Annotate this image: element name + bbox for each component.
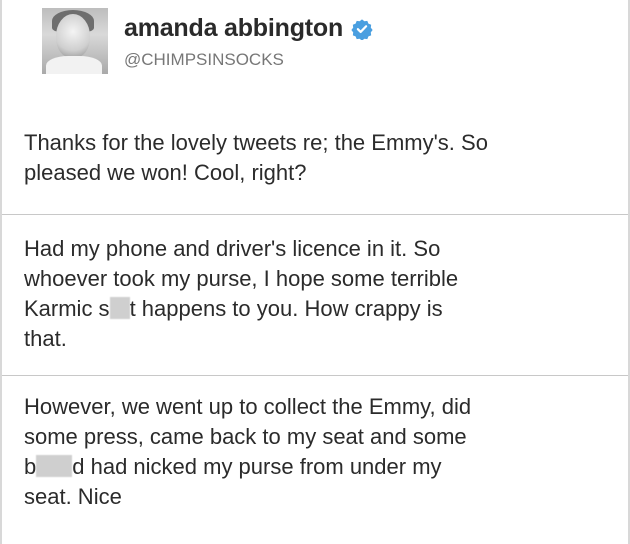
tweet-text-3: However, we went up to collect the Emmy,… <box>24 392 614 512</box>
left-border <box>0 0 2 544</box>
tweet-line: that. <box>24 326 67 351</box>
redaction-blur <box>109 297 130 319</box>
avatar-shoulders <box>46 56 102 74</box>
tweet-divider <box>2 375 628 376</box>
tweet-text-fragment: t happens to you. How crappy is <box>129 296 443 321</box>
tweet-text-fragment: Karmic s <box>24 296 110 321</box>
tweet-line-redacted: Karmic s t happens to you. How crappy is <box>24 294 614 324</box>
tweet-line: seat. Nice <box>24 484 122 509</box>
tweet-line: whoever took my purse, I hope some terri… <box>24 266 459 291</box>
tweet-line-redacted: b d had nicked my purse from under my <box>24 452 614 482</box>
verified-badge-icon <box>351 18 374 40</box>
avatar[interactable] <box>42 8 108 74</box>
tweet-line: Had my phone and driver's licence in it.… <box>24 236 441 261</box>
tweet-text-fragment: b <box>24 454 37 479</box>
tweet-line: Thanks for the lovely tweets re; the Emm… <box>24 130 488 155</box>
user-handle[interactable]: @CHIMPSINSOCKS <box>124 50 284 70</box>
tweet-text-2: Had my phone and driver's licence in it.… <box>24 234 614 354</box>
tweet-line: some press, came back to my seat and som… <box>24 424 467 449</box>
tweet-line: However, we went up to collect the Emmy,… <box>24 394 472 419</box>
tweet-text-fragment: d had nicked my purse from under my <box>72 454 442 479</box>
redaction-blur <box>36 455 73 477</box>
tweet-divider <box>2 214 628 215</box>
tweet-text-1: Thanks for the lovely tweets re; the Emm… <box>24 128 614 188</box>
tweet-line: pleased we won! Cool, right? <box>24 160 307 185</box>
display-name[interactable]: amanda abbington <box>124 14 343 42</box>
avatar-face <box>56 14 90 58</box>
display-name-row: amanda abbington <box>124 14 374 43</box>
